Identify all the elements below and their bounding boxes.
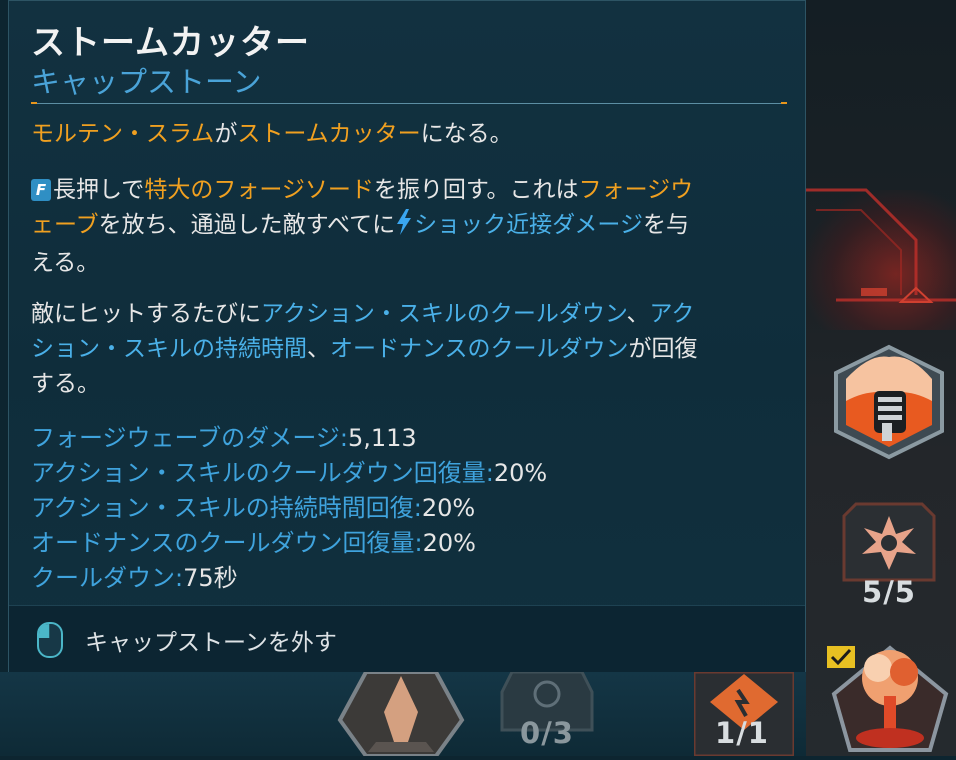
stat-value: 20% (422, 529, 476, 557)
divider-cap-right (781, 102, 787, 104)
skill-effect-summary: モルテン・スラムがストームカッターになる。 (31, 117, 789, 152)
text: が回復 (628, 336, 698, 362)
keyword-highlight: ェーブ (31, 212, 99, 238)
skill-tooltip: ストームカッター キャップストーン モルテン・スラムがストームカッターになる。 … (8, 0, 806, 672)
stat-row: アクション・スキルのクールダウン回復量:20% (31, 456, 547, 491)
keyword-highlight: ション・スキルの持続時間 (31, 336, 307, 362)
text: が (214, 121, 238, 147)
text: 、 (307, 336, 330, 362)
stat-label: フォージウェーブのダメージ: (31, 424, 348, 452)
keyword-highlight: アク (649, 301, 695, 327)
text: を放ち、通過した敵すべてに (98, 212, 396, 238)
keyword-highlight: 特大のフォージソード (144, 177, 374, 203)
keyword-highlight: オードナンスのクールダウン (330, 336, 629, 362)
text: 、 (626, 301, 650, 327)
text: 長押しで (53, 177, 145, 203)
divider (31, 103, 787, 104)
f-key-icon: F (31, 179, 51, 201)
text: を与 (642, 212, 689, 238)
skill-name-highlight: モルテン・スラム (31, 121, 215, 147)
damage-type-highlight: ショック近接ダメージ (414, 212, 643, 238)
skill-description-secondary: 敵にヒットするたびにアクション・スキルのクールダウン、アク ション・スキルの持続… (31, 297, 789, 402)
skill-points-count: 0/3 (520, 716, 574, 750)
skill-points-count: 1/1 (715, 716, 769, 750)
stat-label: オードナンスのクールダウン回復量: (31, 529, 423, 557)
tooltip-footer: キャップストーンを外す (9, 605, 805, 672)
flame-skill-icon[interactable] (336, 670, 466, 760)
skill-name-highlight: ストームカッター (237, 121, 421, 147)
stat-row: オードナンスのクールダウン回復量:20% (31, 526, 547, 561)
stat-label: アクション・スキルの持続時間回復: (31, 494, 422, 522)
text: 敵にヒットするたびに (31, 301, 261, 327)
burst-skill-icon[interactable] (842, 502, 936, 586)
unequip-capstone-action[interactable]: キャップストーンを外す (85, 623, 337, 657)
checkmark-icon (827, 646, 855, 672)
stat-row: フォージウェーブのダメージ:5,113 (31, 421, 547, 456)
lightning-bolt-icon (395, 209, 413, 246)
stat-row: クールダウン:75秒 (31, 561, 547, 596)
skill-description: F 長押しで特大のフォージソードを振り回す。これはフォージウ ェーブを放ち、通過し… (31, 173, 789, 281)
stat-value: 75秒 (183, 564, 238, 592)
text: する。 (31, 371, 100, 397)
stat-value: 5,113 (347, 424, 417, 452)
divider-cap-left (31, 102, 37, 104)
stat-row: アクション・スキルの持続時間回復:20% (31, 491, 547, 526)
skill-stats: フォージウェーブのダメージ:5,113 アクション・スキルのクールダウン回復量:… (31, 421, 547, 596)
skill-title: ストームカッター (31, 23, 310, 63)
stat-value: 20% (421, 494, 476, 522)
keyword-highlight: フォージウ (578, 177, 694, 203)
mouse-left-click-icon (37, 622, 63, 662)
text: える。 (31, 250, 100, 276)
circuit-decoration (806, 188, 956, 303)
stat-value: 20% (493, 459, 548, 487)
skill-points-count: 5/5 (862, 575, 916, 609)
skill-category: キャップストーン (31, 65, 262, 99)
text: になる。 (420, 121, 513, 147)
stat-label: クールダウン: (31, 564, 184, 592)
fist-skill-icon[interactable] (830, 343, 948, 465)
keyword-highlight: アクション・スキルのクールダウン (261, 301, 627, 327)
text: を振り回す。これは (373, 177, 579, 203)
stat-label: アクション・スキルのクールダウン回復量: (31, 459, 494, 487)
